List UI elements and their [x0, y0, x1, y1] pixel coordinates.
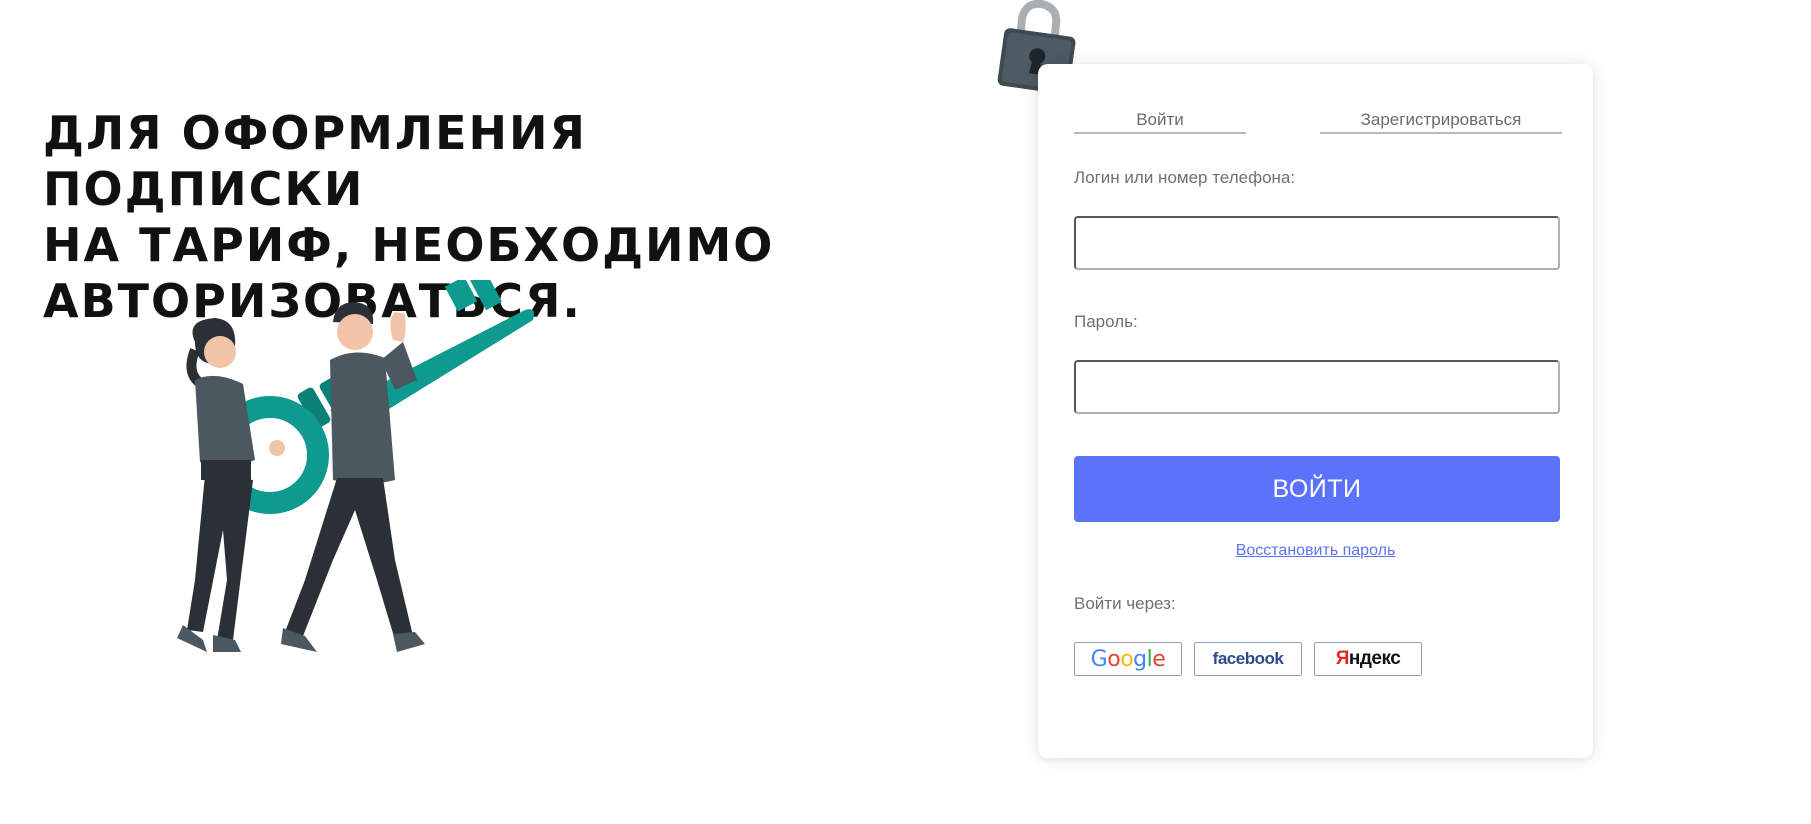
social-login-label: Войти через:	[1074, 594, 1176, 613]
people-carrying-key-illustration	[177, 280, 534, 652]
restore-password-row: Восстановить пароль	[1038, 542, 1593, 560]
restore-password-link[interactable]: Восстановить пароль	[1236, 542, 1396, 559]
login-input[interactable]	[1074, 216, 1560, 270]
password-label: Пароль:	[1074, 312, 1138, 331]
yandex-logo: Яндекс	[1335, 648, 1401, 669]
facebook-login-button[interactable]: facebook	[1194, 642, 1302, 676]
facebook-logo: facebook	[1212, 649, 1284, 668]
google-logo: Google	[1090, 646, 1166, 672]
login-label: Логин или номер телефона:	[1074, 168, 1296, 187]
auth-card: Войти Зарегистрироваться Логин или номер…	[1038, 64, 1593, 758]
google-login-button[interactable]: Google	[1074, 642, 1182, 676]
woman-figure	[177, 318, 285, 652]
yandex-login-button[interactable]: Яндекс	[1314, 642, 1422, 676]
login-button[interactable]: ВОЙТИ	[1074, 456, 1560, 522]
tab-login[interactable]: Войти	[1074, 110, 1246, 134]
password-input[interactable]	[1074, 360, 1560, 414]
tab-register[interactable]: Зарегистрироваться	[1320, 110, 1562, 134]
